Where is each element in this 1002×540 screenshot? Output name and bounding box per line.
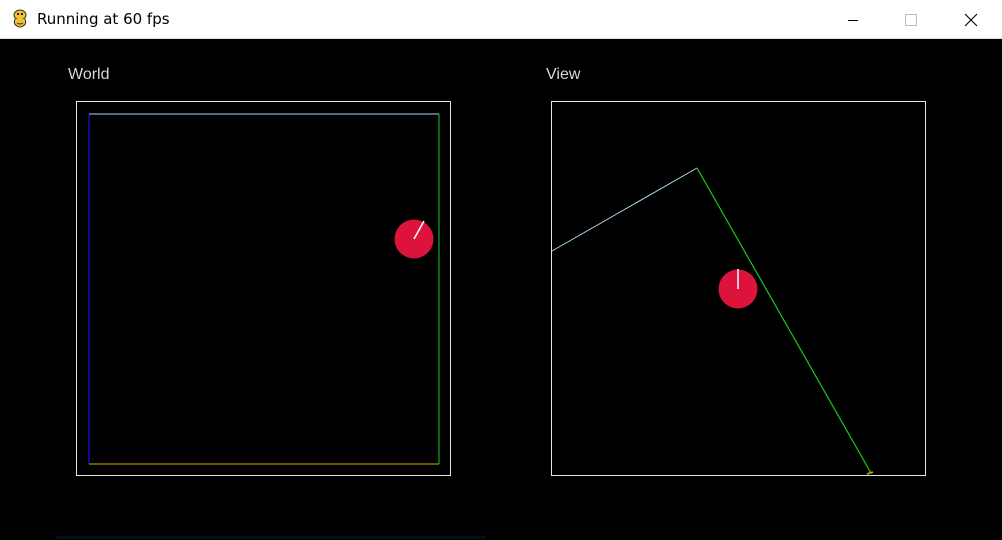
view-wall-top bbox=[551, 167, 698, 252]
minimize-button[interactable] bbox=[824, 0, 882, 39]
maximize-icon bbox=[905, 13, 917, 26]
world-panel bbox=[76, 101, 451, 476]
world-panel-label: World bbox=[68, 66, 110, 83]
world-frame bbox=[76, 101, 451, 476]
view-wall-bottom bbox=[866, 471, 874, 475]
view-panel-label: View bbox=[546, 66, 581, 83]
close-button[interactable] bbox=[942, 0, 1000, 39]
view-panel bbox=[551, 101, 926, 476]
pygame-snake-icon bbox=[13, 9, 27, 28]
bottom-render-artifact bbox=[56, 536, 486, 539]
title-bar[interactable]: Running at 60 fps bbox=[0, 0, 1002, 39]
minimize-icon bbox=[848, 19, 858, 21]
close-icon bbox=[964, 13, 978, 26]
maximize-button[interactable] bbox=[882, 0, 940, 39]
view-wall-right bbox=[696, 167, 872, 474]
window-title: Running at 60 fps bbox=[37, 10, 170, 28]
game-canvas[interactable]: World View bbox=[0, 39, 1002, 540]
